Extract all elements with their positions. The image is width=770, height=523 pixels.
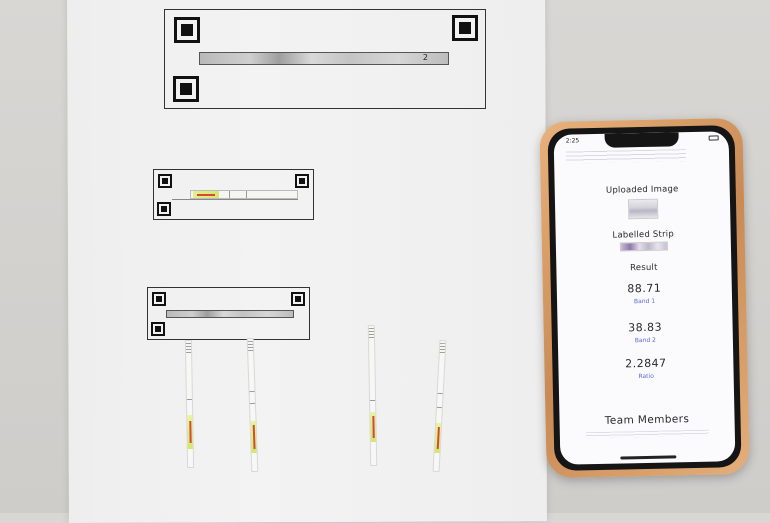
colored-strip-image bbox=[190, 190, 298, 199]
scanned-strip-image bbox=[166, 310, 294, 318]
large-strip-card: 2 bbox=[164, 9, 486, 109]
phone-bezel: 2:25 Uploaded Image Labelled Strip Resul… bbox=[547, 125, 742, 471]
scanned-strip-image: 2 bbox=[199, 52, 449, 65]
band2-label: Band 2 bbox=[634, 336, 657, 345]
band1-label: Band 1 bbox=[633, 297, 656, 306]
smartphone: 2:25 Uploaded Image Labelled Strip Resul… bbox=[539, 117, 750, 479]
band2-value: 38.83 bbox=[627, 320, 663, 335]
result-heading: Result bbox=[630, 262, 658, 274]
fiducial-marker-top-right bbox=[291, 292, 305, 306]
status-time: 2:25 bbox=[565, 137, 580, 145]
medium-strip-card bbox=[153, 169, 314, 220]
band1-value: 88.71 bbox=[627, 281, 662, 296]
fiducial-marker-top-left bbox=[174, 17, 200, 43]
page-top-text-block bbox=[565, 149, 687, 164]
phone-screen: 2:25 Uploaded Image Labelled Strip Resul… bbox=[553, 131, 736, 465]
small-strip-card bbox=[147, 287, 310, 340]
home-indicator bbox=[619, 455, 676, 460]
fiducial-marker-bottom-left bbox=[173, 76, 199, 102]
fiducial-marker-top-left bbox=[158, 174, 172, 188]
fiducial-marker-top-right bbox=[452, 15, 478, 41]
ratio-label: Ratio bbox=[638, 372, 654, 381]
labelled-strip-thumbnail[interactable] bbox=[619, 241, 668, 252]
ratio-value: 2.2847 bbox=[624, 356, 667, 371]
fiducial-marker-top-right bbox=[295, 174, 309, 188]
labelled-strip-heading: Labelled Strip bbox=[612, 229, 674, 241]
uploaded-image-heading: Uploaded Image bbox=[605, 184, 679, 196]
phone-notch bbox=[604, 132, 679, 148]
team-members-text-block bbox=[585, 429, 709, 439]
fiducial-marker-top-left bbox=[152, 292, 166, 306]
fiducial-marker-bottom-left bbox=[157, 202, 171, 216]
fiducial-marker-bottom-left bbox=[151, 322, 165, 336]
battery-icon bbox=[708, 135, 719, 141]
uploaded-image-thumbnail[interactable] bbox=[627, 198, 658, 220]
strip-number-label: 2 bbox=[422, 53, 428, 62]
team-members-heading: Team Members bbox=[604, 413, 690, 427]
